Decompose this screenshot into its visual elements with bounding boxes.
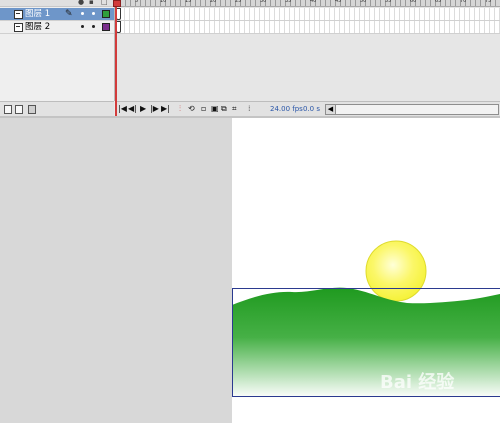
lock-icon[interactable]: ▪ [89, 0, 94, 6]
visibility-dot[interactable] [81, 12, 84, 15]
ruler-label: 40 [310, 0, 317, 4]
ruler-label: 70 [460, 0, 467, 4]
ruler-label: 35 [285, 0, 292, 4]
ruler-label: 10 [160, 0, 167, 4]
current-frame-divider: ⁞ [248, 104, 251, 113]
timeline-panel: ● ▪ □ 图层 1 ✎ 图层 2 5 10 15 20 25 30 35 40 45 50 55 6… [0, 0, 500, 118]
playhead[interactable] [115, 0, 117, 118]
ruler-label: 15 [185, 0, 192, 4]
lock-dot[interactable] [92, 12, 95, 15]
prev-frame-button[interactable]: ◀| [128, 102, 137, 116]
loop-icon[interactable]: ⟲ [188, 102, 195, 116]
insert-layer-icon[interactable] [4, 105, 12, 114]
elapsed-time: 0.0 s [303, 105, 321, 113]
onion-outline-icon[interactable]: ▣ [211, 102, 219, 116]
modify-markers-icon[interactable]: ⌗ [232, 102, 237, 116]
insert-folder-icon[interactable] [15, 105, 23, 114]
frame-rate[interactable]: 24.00 fps [270, 102, 303, 116]
timeline-toolbar: |◀ ◀| ▶ |▶ ▶| ⫶ ⟲ ▫ ▣ ⧉ ⌗ ⁞ 24.00 fps 0.… [115, 101, 500, 116]
play-button[interactable]: ▶ [140, 102, 146, 116]
ruler-label: 30 [260, 0, 267, 4]
eye-icon[interactable]: ● [78, 0, 84, 6]
onion-skin-icon[interactable]: ▫ [201, 102, 206, 116]
ruler-label: 75 [485, 0, 492, 4]
delete-layer-icon[interactable] [28, 105, 36, 114]
next-frame-button[interactable]: |▶ [150, 102, 159, 116]
layer-name: 图层 1 [25, 9, 51, 19]
layer-controls [0, 101, 114, 116]
layer-panel: ● ▪ □ 图层 1 ✎ 图层 2 [0, 0, 115, 101]
pencil-icon: ✎ [65, 9, 73, 19]
layer-name: 图层 2 [25, 22, 51, 32]
outline-icon[interactable]: □ [101, 0, 108, 6]
playhead-handle[interactable] [113, 0, 121, 7]
timeline-scrollbar[interactable]: ◀ [325, 104, 499, 115]
center-frame-icon[interactable]: ⫶ [179, 102, 181, 116]
ruler-label: 45 [335, 0, 342, 4]
visibility-dot[interactable] [81, 25, 84, 28]
edit-multiple-frames-icon[interactable]: ⧉ [221, 102, 227, 116]
layer-row-2[interactable]: 图层 2 [0, 21, 114, 34]
frame-row-1[interactable] [115, 8, 500, 21]
watermark: Bai 经验 jingyan.baidu.com [380, 368, 492, 416]
frame-row-2[interactable] [115, 21, 500, 34]
watermark-logo: Bai 经验 [380, 372, 455, 393]
frame-ruler[interactable]: 5 10 15 20 25 30 35 40 45 50 55 60 65 70 75 [115, 0, 500, 7]
layer-icon [14, 23, 23, 32]
ruler-label: 25 [235, 0, 242, 4]
layer-outline-color[interactable] [102, 10, 110, 18]
layer-header: ● ▪ □ [0, 0, 114, 7]
ruler-label: 65 [435, 0, 442, 4]
ruler-label: 20 [210, 0, 217, 4]
first-frame-button[interactable]: |◀ [118, 102, 127, 116]
sun-shape[interactable] [365, 240, 427, 302]
last-frame-button[interactable]: ▶| [161, 102, 170, 116]
ruler-label: 5 [135, 0, 139, 4]
layer-row-1[interactable]: 图层 1 ✎ [0, 8, 114, 21]
lock-dot[interactable] [92, 25, 95, 28]
ruler-label: 55 [385, 0, 392, 4]
layer-outline-color[interactable] [102, 23, 110, 31]
frame-area[interactable]: 5 10 15 20 25 30 35 40 45 50 55 60 65 70 75 [115, 0, 500, 101]
watermark-url: jingyan.baidu.com [384, 398, 458, 407]
layer-icon [14, 10, 23, 19]
ruler-label: 60 [410, 0, 417, 4]
ruler-label: 50 [360, 0, 367, 4]
scroll-left-icon[interactable]: ◀ [326, 105, 336, 114]
